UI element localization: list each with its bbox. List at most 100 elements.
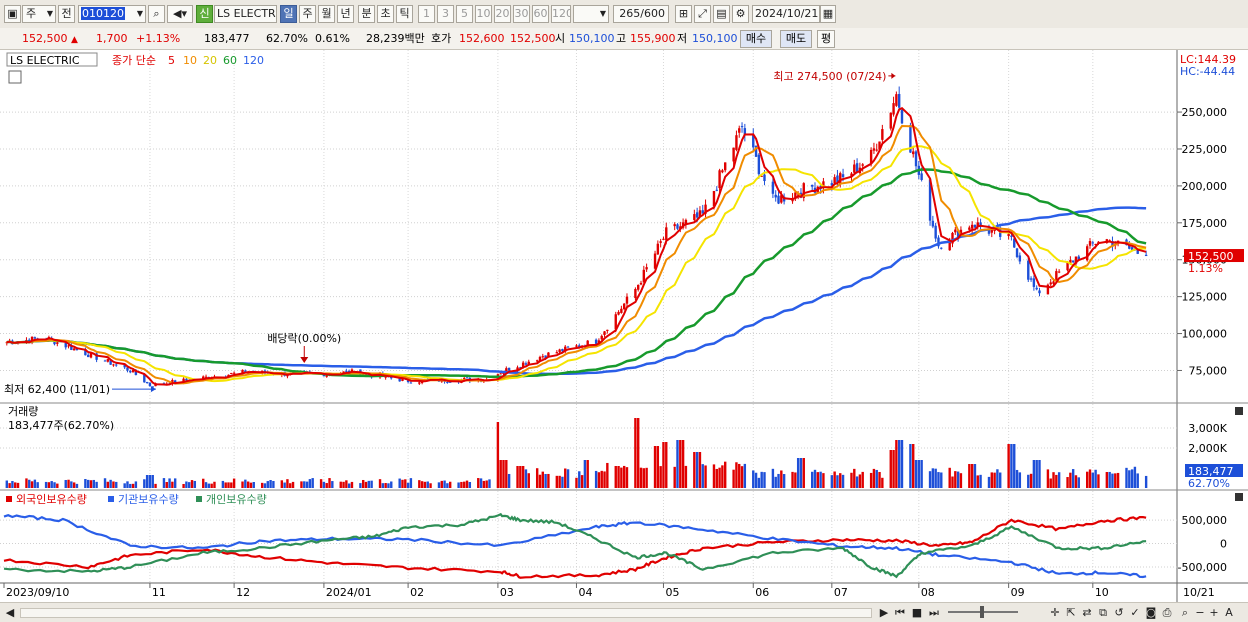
candle-body bbox=[86, 354, 90, 358]
move-icon[interactable]: ⇱ bbox=[1064, 605, 1078, 620]
stock-chart[interactable]: 75,000100,000125,000150,000175,000200,00… bbox=[0, 50, 1248, 602]
period-tab-tick[interactable]: 틱 bbox=[396, 5, 413, 23]
period-tab-day[interactable]: 일 bbox=[280, 5, 297, 23]
volume-bar bbox=[151, 475, 154, 488]
period-tab-month[interactable]: 월 bbox=[318, 5, 335, 23]
count-input[interactable]: 265/600 bbox=[613, 5, 669, 23]
volume-bar bbox=[597, 472, 601, 488]
volume-bar bbox=[752, 470, 755, 488]
table-toggle-icon[interactable] bbox=[8, 70, 22, 84]
sell-button[interactable]: 매도 bbox=[780, 30, 812, 48]
date-input[interactable]: 2024/10/21 bbox=[752, 5, 820, 23]
volume-bar bbox=[30, 481, 34, 488]
x-tick-label: 08 bbox=[921, 586, 935, 599]
volume-bar bbox=[1057, 472, 1061, 488]
stock-name-field[interactable]: LS ELECTRI bbox=[214, 5, 277, 23]
zoom-out-icon[interactable]: − bbox=[1194, 605, 1206, 620]
camera-icon[interactable]: ◙ bbox=[1144, 605, 1158, 620]
y-tick-label: 200,000 bbox=[1182, 180, 1228, 193]
close-pane-icon[interactable] bbox=[1235, 407, 1243, 415]
candle-body bbox=[594, 339, 598, 344]
x-tick-label: 07 bbox=[834, 586, 848, 599]
crop-icon[interactable]: ⧉ bbox=[1096, 605, 1110, 620]
minute-option-5[interactable]: 5 bbox=[456, 5, 473, 23]
volume-bar bbox=[311, 478, 314, 488]
bid-label: 호가 bbox=[431, 32, 452, 45]
volume-ratio: 62.70% bbox=[266, 32, 308, 45]
minute-option-60[interactable]: 60 bbox=[532, 5, 549, 23]
volume-bar bbox=[695, 452, 699, 488]
volume-bar bbox=[202, 478, 205, 488]
price-info-bar: 152,500 ▲ 1,700 +1.13% 183,477 62.70% 0.… bbox=[0, 28, 1248, 50]
window-icon[interactable]: ▣ bbox=[4, 5, 21, 23]
volume-bar bbox=[544, 474, 547, 488]
volume-bar bbox=[106, 481, 110, 488]
low-price: 150,100 bbox=[692, 32, 738, 45]
credit-badge[interactable]: 신 bbox=[196, 5, 213, 23]
draw-tool-icon[interactable]: ⤢ bbox=[694, 5, 711, 23]
search-icon[interactable]: ⌕ bbox=[148, 5, 165, 23]
volume-bar bbox=[665, 442, 668, 488]
candle-body bbox=[129, 371, 132, 373]
gear-icon[interactable]: ⚙ bbox=[732, 5, 749, 23]
period-tab-second[interactable]: 초 bbox=[377, 5, 394, 23]
low-annotation: 최저 62,400 (11/01) bbox=[4, 383, 110, 396]
volume-current-pct: 62.70% bbox=[1188, 477, 1230, 490]
volume-bar bbox=[249, 482, 253, 488]
market-select[interactable]: 주 ▼ bbox=[22, 5, 56, 23]
volume-bar bbox=[718, 467, 721, 488]
high-price: 155,900 bbox=[630, 32, 676, 45]
zoom-slider-handle[interactable] bbox=[980, 606, 984, 618]
minute-option-30[interactable]: 30 bbox=[513, 5, 530, 23]
volume-bar bbox=[990, 472, 993, 488]
volume-bar bbox=[527, 473, 530, 488]
minute-option-10[interactable]: 10 bbox=[475, 5, 492, 23]
calendar-icon[interactable]: ▦ bbox=[820, 5, 836, 23]
print-icon[interactable]: ⎙ bbox=[1160, 605, 1174, 620]
add-indicator-icon[interactable]: ⊞ bbox=[675, 5, 692, 23]
speaker-icon[interactable]: ◀▾ bbox=[167, 5, 193, 23]
volume-bar bbox=[1133, 466, 1137, 488]
mode-button[interactable]: 전 bbox=[58, 5, 75, 23]
minute-option-1[interactable]: 1 bbox=[418, 5, 435, 23]
minute-option-3[interactable]: 3 bbox=[437, 5, 454, 23]
volume-bar bbox=[934, 468, 937, 488]
stop-icon[interactable]: ■ bbox=[910, 605, 924, 620]
scroll-left-icon[interactable]: ◀ bbox=[3, 605, 17, 620]
high-label: 고 bbox=[616, 32, 627, 45]
period-tab-minute[interactable]: 분 bbox=[358, 5, 375, 23]
volume-bar bbox=[1046, 469, 1050, 488]
crosshair-icon[interactable]: ✛ bbox=[1048, 605, 1062, 620]
font-size-icon[interactable]: A bbox=[1222, 605, 1236, 620]
volume-bar bbox=[979, 474, 982, 488]
eval-button[interactable]: 평 bbox=[817, 30, 835, 48]
first-page-icon[interactable]: ⏮ bbox=[893, 605, 907, 620]
code-input[interactable]: 010120 ▼ bbox=[78, 5, 146, 23]
save-icon[interactable]: ▤ bbox=[713, 5, 730, 23]
minute-option-120[interactable]: 120 bbox=[551, 5, 571, 23]
period-tab-week[interactable]: 주 bbox=[299, 5, 316, 23]
last-page-icon[interactable]: ⏭ bbox=[927, 605, 941, 620]
reset-icon[interactable]: ↺ bbox=[1112, 605, 1126, 620]
scroll-track[interactable] bbox=[20, 608, 872, 618]
scroll-right-icon[interactable]: ▶ bbox=[877, 605, 891, 620]
volume-bar bbox=[350, 481, 354, 488]
link-icon[interactable]: ⇄ bbox=[1080, 605, 1094, 620]
interval-select[interactable]: ▼ bbox=[573, 5, 609, 23]
check-icon[interactable]: ✓ bbox=[1128, 605, 1142, 620]
buy-button[interactable]: 매수 bbox=[740, 30, 772, 48]
volume-bar bbox=[507, 473, 511, 488]
volume-bar bbox=[289, 483, 292, 488]
volume-bar bbox=[485, 480, 488, 488]
volume-bar bbox=[973, 464, 977, 488]
volume-bar bbox=[406, 482, 410, 488]
volume-bar bbox=[131, 483, 135, 488]
minute-option-20[interactable]: 20 bbox=[494, 5, 511, 23]
close-pane-icon[interactable] bbox=[1235, 493, 1243, 501]
volume-bar bbox=[443, 480, 446, 488]
zoom-plus-icon[interactable]: + bbox=[1208, 605, 1220, 620]
period-tab-year[interactable]: 년 bbox=[337, 5, 354, 23]
zoom-in-icon[interactable]: ⌕ bbox=[1178, 605, 1192, 620]
volume-bar bbox=[92, 479, 95, 488]
volume-bar bbox=[1111, 473, 1114, 488]
